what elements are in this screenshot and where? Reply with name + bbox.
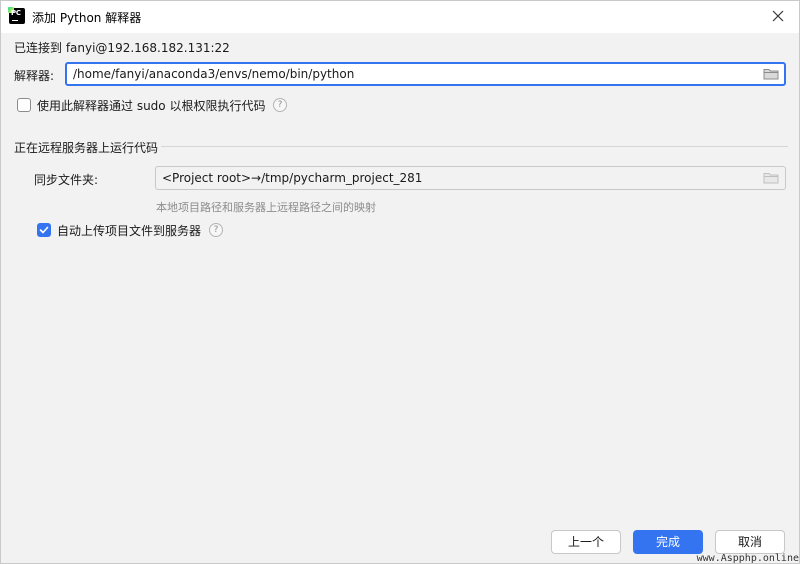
interpreter-label: 解释器:	[14, 69, 55, 83]
app-icon-text: PC	[11, 9, 21, 17]
folder-icon[interactable]	[763, 68, 779, 80]
cancel-button[interactable]: 取消	[715, 530, 785, 554]
remote-section-title: 正在远程服务器上运行代码	[14, 141, 159, 155]
help-icon[interactable]: ?	[209, 223, 223, 237]
title-bar: PC 添加 Python 解释器	[1, 1, 799, 33]
window-title: 添加 Python 解释器	[32, 11, 142, 25]
sudo-checkbox-label[interactable]: 使用此解释器通过 sudo 以根权限执行代码	[37, 97, 265, 114]
sync-folders-value: <Project root>→/tmp/pycharm_project_281	[162, 171, 423, 185]
pycharm-app-icon: PC	[8, 7, 25, 24]
finish-button[interactable]: 完成	[633, 530, 703, 554]
connection-status: 已连接到 fanyi@192.168.182.131:22	[14, 41, 230, 55]
checkmark-icon	[39, 226, 49, 234]
folder-icon[interactable]	[763, 172, 779, 184]
close-icon[interactable]	[771, 9, 785, 23]
interpreter-path-input[interactable]	[73, 66, 753, 82]
interpreter-path-field[interactable]	[65, 62, 786, 86]
sync-folders-hint: 本地项目路径和服务器上远程路径之间的映射	[156, 201, 376, 214]
section-divider	[161, 146, 788, 147]
sync-folders-field[interactable]: <Project root>→/tmp/pycharm_project_281	[155, 166, 786, 190]
sudo-checkbox[interactable]	[17, 98, 31, 112]
auto-upload-label[interactable]: 自动上传项目文件到服务器	[57, 222, 201, 239]
previous-button[interactable]: 上一个	[551, 530, 621, 554]
sync-folders-label: 同步文件夹:	[34, 173, 99, 187]
auto-upload-checkbox[interactable]	[37, 223, 51, 237]
watermark: www.Aspphp.online	[696, 553, 799, 564]
add-python-interpreter-dialog: PC 添加 Python 解释器 已连接到 fanyi@192.168.182.…	[0, 0, 800, 564]
help-icon[interactable]: ?	[273, 98, 287, 112]
